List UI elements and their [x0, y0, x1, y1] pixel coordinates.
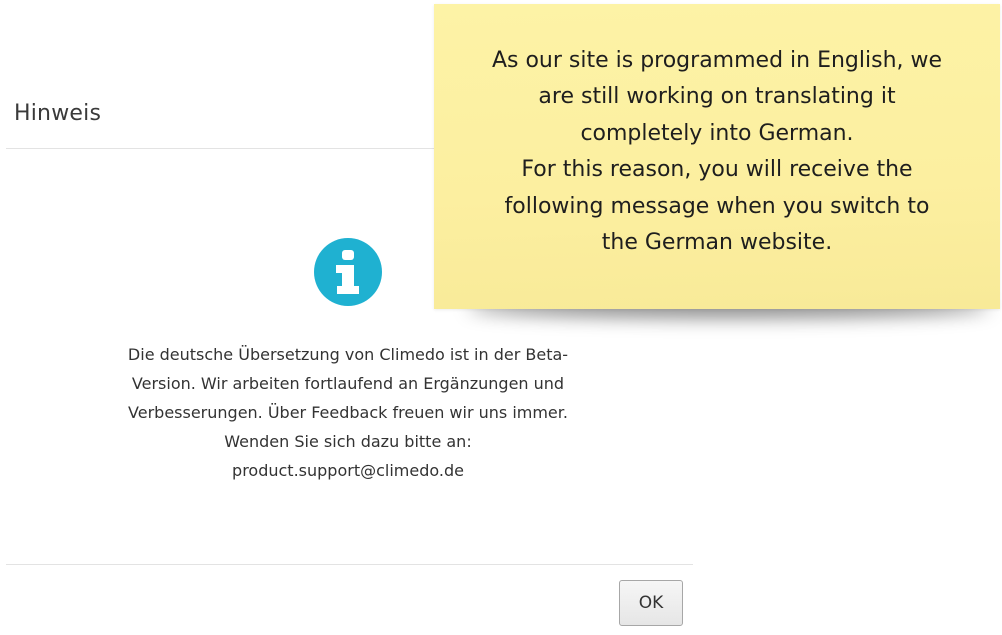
note-line: completely into German.: [580, 120, 854, 146]
message-line: Wenden Sie sich dazu bitte an:: [224, 432, 472, 451]
sticky-note-text: As our site is programmed in English, we…: [434, 43, 1000, 261]
note-line: are still working on translating it: [538, 84, 896, 110]
sticky-note: As our site is programmed in English, we…: [434, 4, 1000, 309]
page: Hinweis Die deutsche Übersetzung von Cli…: [0, 0, 1002, 635]
message-line: Version. Wir arbeiten fortlaufend an Erg…: [131, 374, 565, 393]
support-email: product.support@climedo.de: [232, 461, 464, 480]
info-glyph: [336, 250, 359, 294]
note-line: As our site is programmed in English, we: [491, 48, 943, 73]
dialog-title: Hinweis: [14, 101, 102, 126]
ok-button[interactable]: OK: [619, 580, 683, 626]
dialog-footer-divider: [6, 564, 693, 565]
note-line: For this reason, you will receive the: [521, 157, 913, 183]
note-line: the German website.: [601, 230, 833, 256]
message-line: Die deutsche Übersetzung von Climedo ist…: [127, 345, 569, 364]
note-line: following message when you switch to: [504, 193, 930, 219]
info-icon: [314, 238, 382, 306]
message-line: Verbesserungen. Über Feedback freuen wir…: [128, 403, 568, 422]
dialog-message: Die deutsche Übersetzung von Climedo ist…: [90, 340, 606, 485]
